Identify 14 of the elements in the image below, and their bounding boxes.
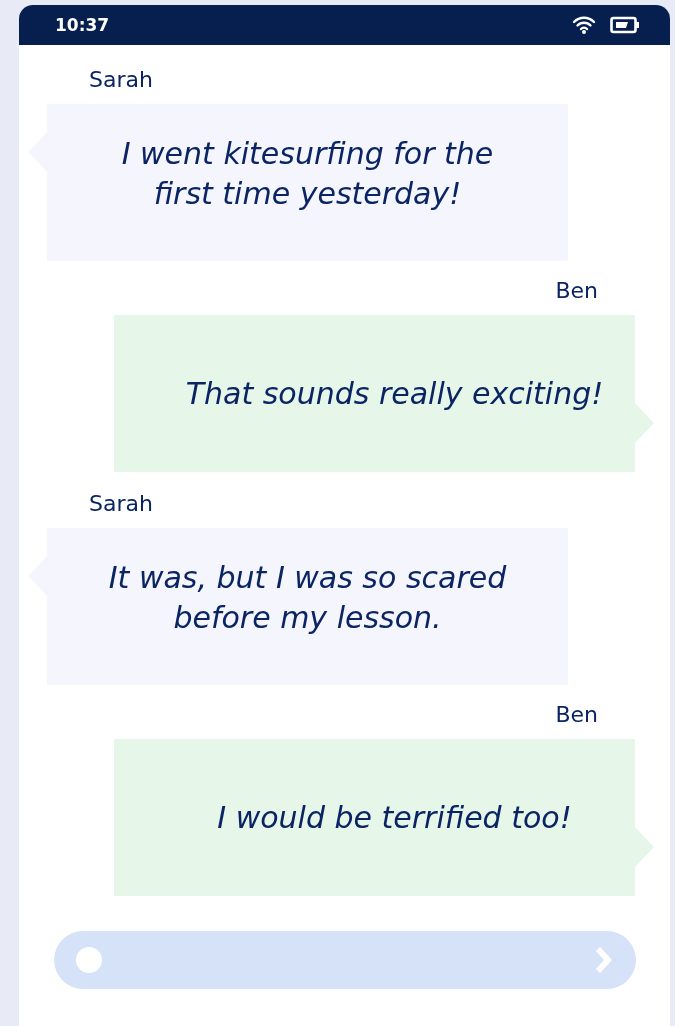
message-text: I would be terrified too! [217,798,572,837]
sender-name: Ben [555,277,598,305]
message-text: That sounds really exciting! [185,374,604,413]
status-time: 10:37 [55,15,110,35]
message-text: I went kitesurfing for the first time yesterday! [120,134,495,213]
sender-name: Sarah [89,490,153,518]
message-text: It was, but I was so scared before my lesson. [107,558,508,637]
battery-icon [610,16,640,34]
sender-name: Sarah [89,66,153,94]
wifi-icon [572,16,596,34]
circle-icon [76,947,102,973]
chevron-icon [594,946,614,974]
send-button[interactable] [594,946,614,974]
sender-name: Ben [555,701,598,729]
